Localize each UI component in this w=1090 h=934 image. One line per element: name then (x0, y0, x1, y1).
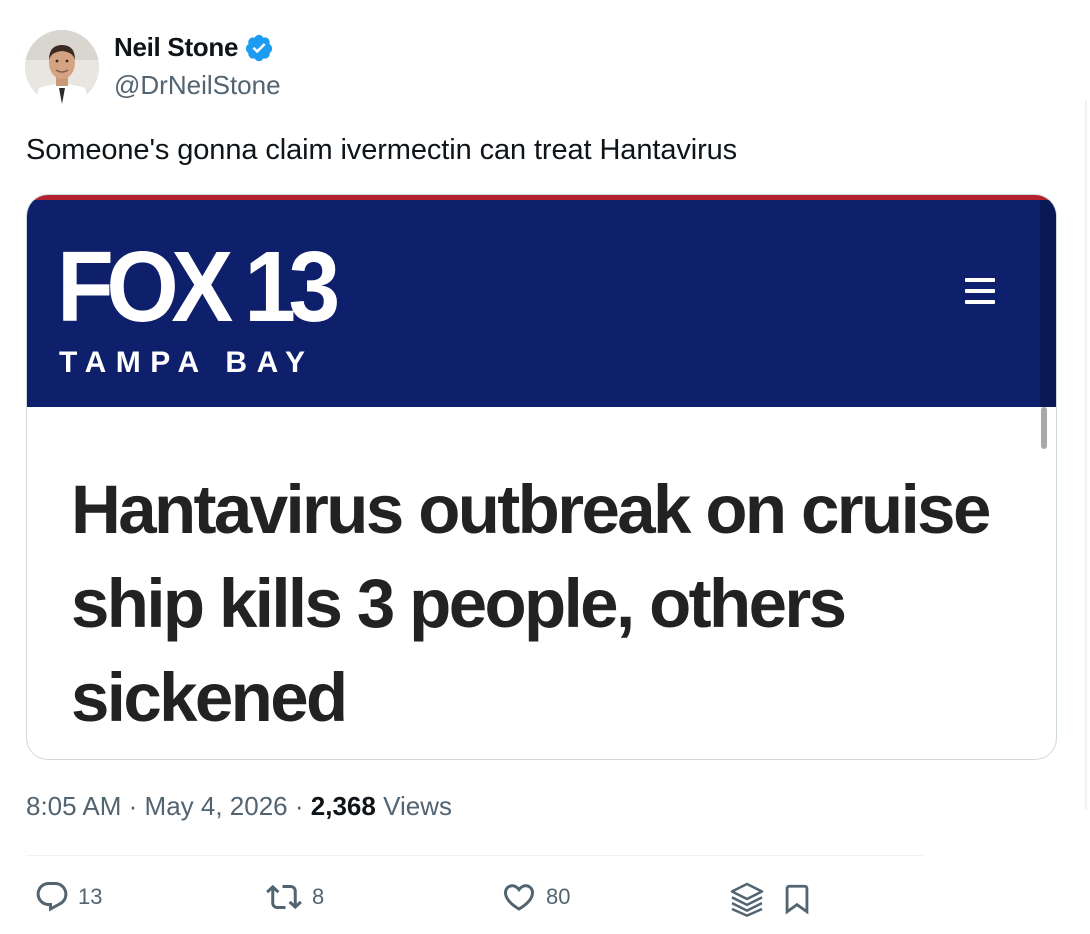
views-count: 2,368 (310, 791, 376, 821)
views-label: Views (383, 791, 452, 821)
article-headline: Hantavirus outbreak on cruise ship kills… (71, 471, 991, 736)
retweet-count: 8 (312, 884, 325, 909)
meta-separator: · (128, 791, 138, 821)
speech-bubble-icon (36, 882, 68, 912)
bookmark-button[interactable] (780, 879, 814, 919)
hamburger-icon[interactable] (965, 278, 999, 306)
heart-icon (503, 884, 535, 911)
bookmark-icon (785, 884, 809, 915)
tweet-page: Neil Stone @DrNeilStone Someone's gonna … (0, 0, 1090, 934)
author-name[interactable]: Neil Stone (114, 32, 238, 63)
edge-divider (1085, 100, 1087, 810)
tweet-meta: 8:05 AM · May 4, 2026 · 2,368 Views (26, 791, 452, 822)
author-name-row: Neil Stone (114, 32, 274, 63)
reply-button[interactable]: 13 (34, 879, 102, 915)
layers-icon (730, 882, 764, 917)
avatar-photo (25, 30, 99, 104)
embedded-image-card[interactable]: FOX 13 TAMPA BAY Hantavirus outbreak on … (26, 194, 1057, 760)
retweet-button[interactable]: 8 (264, 879, 324, 915)
author-handle[interactable]: @DrNeilStone (114, 70, 281, 101)
verified-badge-icon[interactable] (244, 33, 274, 63)
meta-separator: · (294, 791, 304, 821)
like-count: 80 (546, 884, 571, 909)
reply-count: 13 (78, 884, 103, 909)
avatar[interactable] (25, 30, 99, 104)
tweet-text: Someone's gonna claim ivermectin can tre… (26, 134, 738, 166)
banner-edge-shade (1040, 200, 1056, 407)
logo-sub-text: TAMPA BAY (59, 346, 315, 379)
fox13-logo: FOX 13 TAMPA BAY (57, 231, 354, 380)
fox-banner: FOX 13 TAMPA BAY (27, 200, 1056, 407)
scrollbar-thumb (1041, 407, 1047, 449)
tweet-date[interactable]: May 4, 2026 (145, 791, 288, 821)
grok-button[interactable] (727, 879, 767, 919)
logo-main-text: FOX 13 (57, 231, 340, 343)
retweet-arrows-icon (266, 884, 302, 910)
tweet-time[interactable]: 8:05 AM (26, 791, 121, 821)
action-divider (26, 855, 924, 856)
like-button[interactable]: 80 (500, 879, 570, 915)
